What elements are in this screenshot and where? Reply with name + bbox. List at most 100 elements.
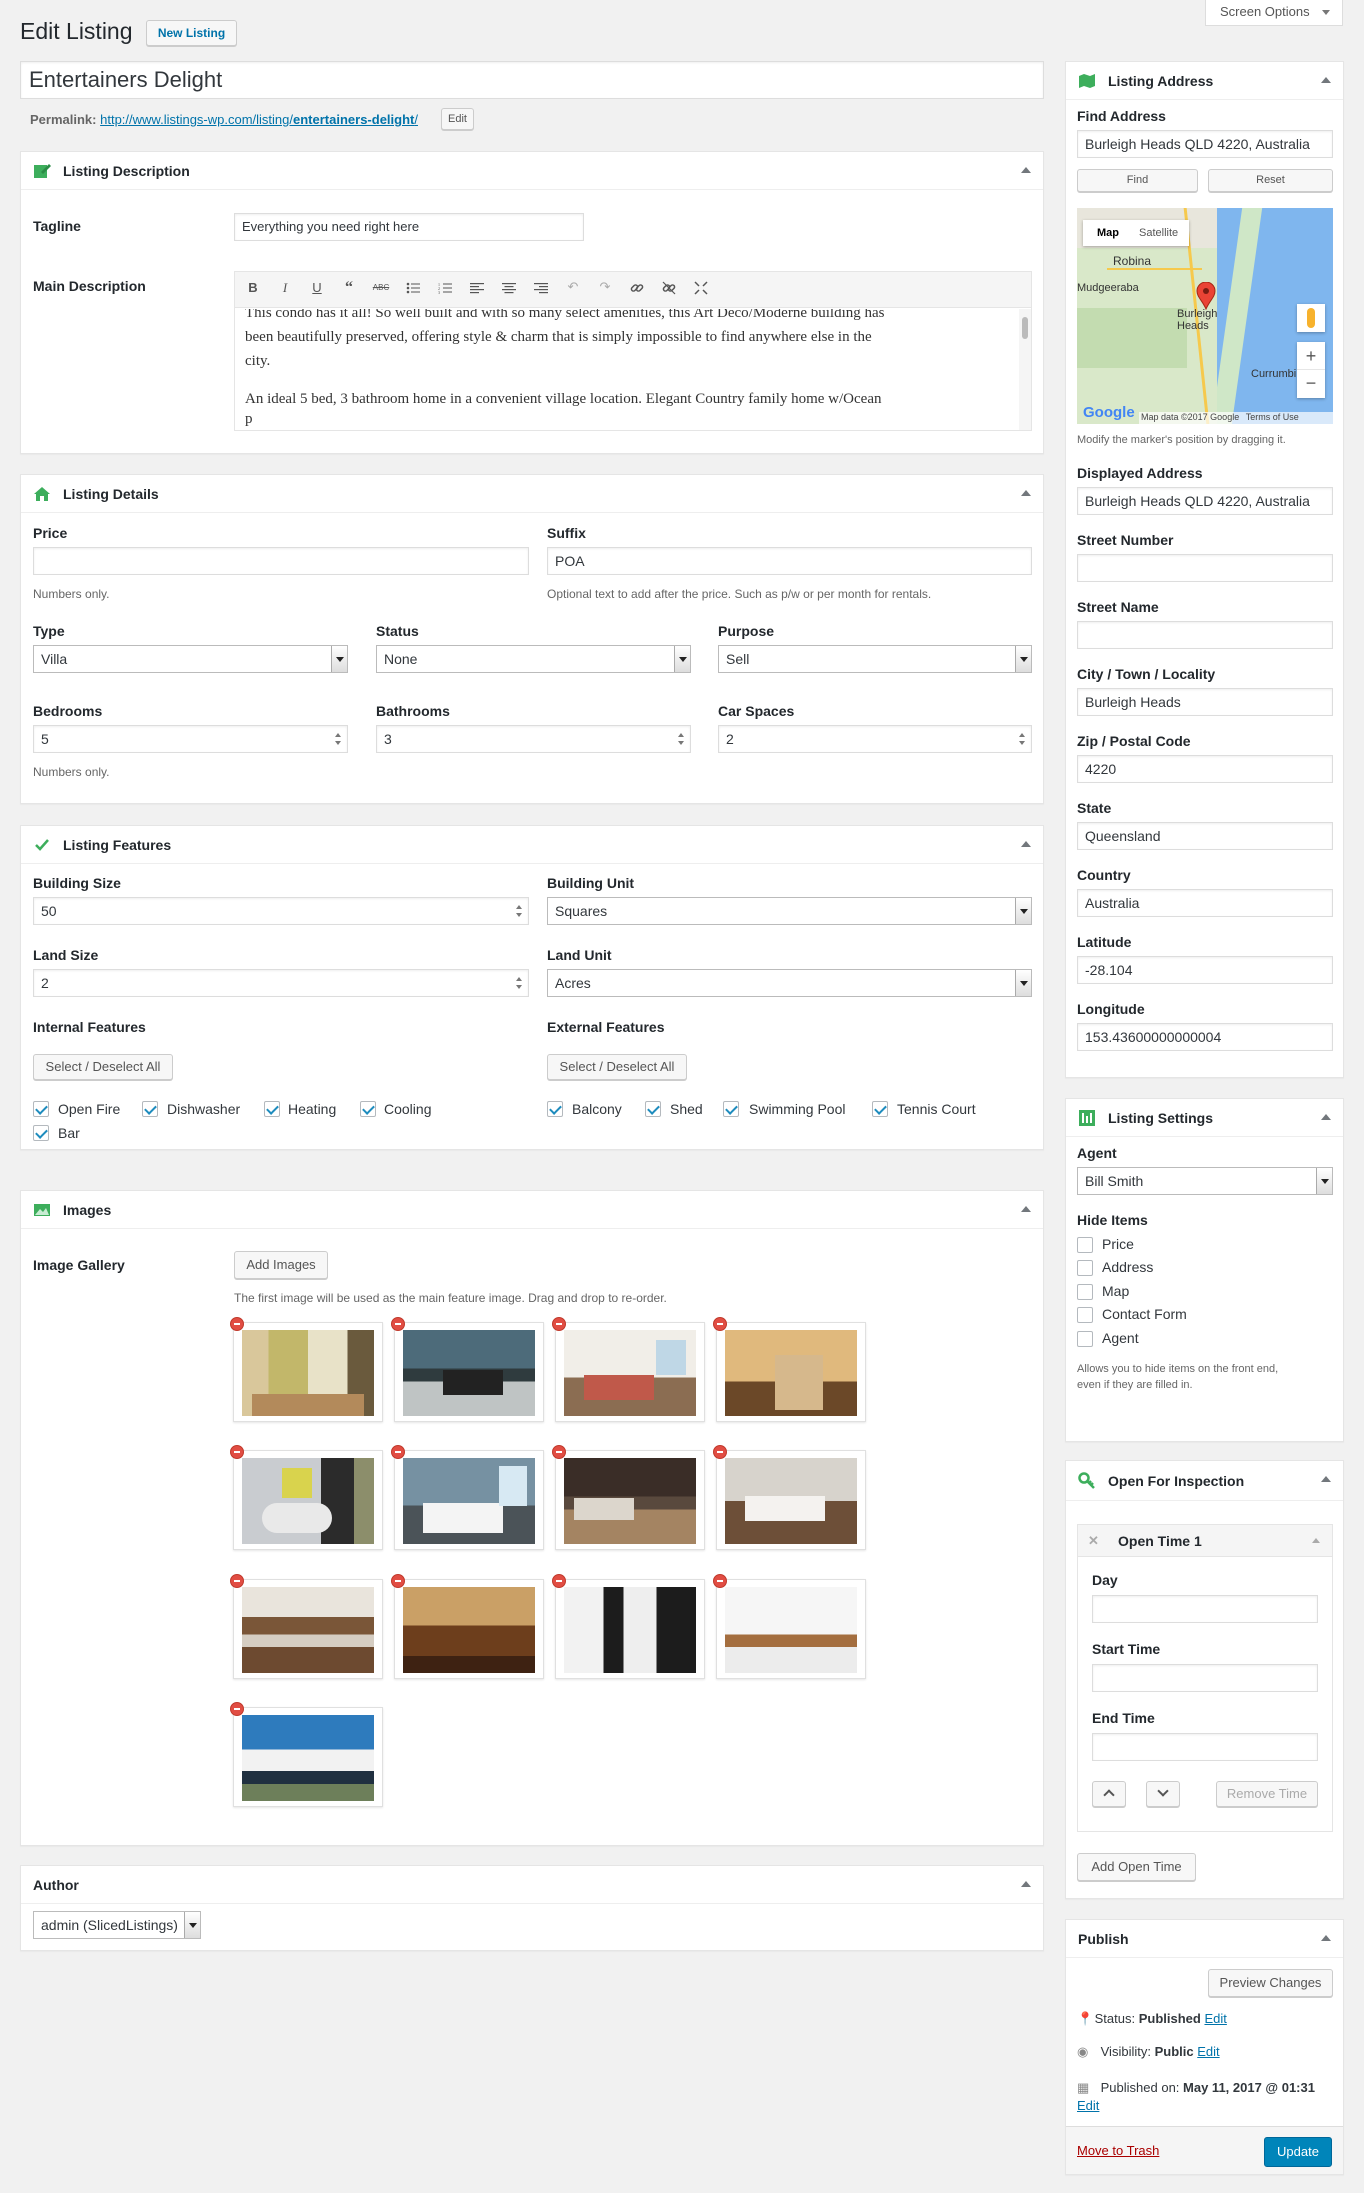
- listing-description-header[interactable]: Listing Description: [21, 152, 1043, 190]
- location-map[interactable]: Map Satellite Robina Mudgeeraba Burleigh…: [1077, 208, 1333, 424]
- car-spaces-input[interactable]: 2: [718, 725, 1032, 753]
- bullet-list-icon[interactable]: [403, 278, 423, 298]
- longitude-input[interactable]: 153.43600000000004: [1077, 1023, 1333, 1051]
- add-images-button[interactable]: Add Images: [234, 1251, 328, 1279]
- undo-icon[interactable]: ↶: [563, 278, 583, 298]
- listing-address-header[interactable]: Listing Address: [1066, 62, 1343, 100]
- redo-icon[interactable]: ↷: [595, 278, 615, 298]
- map-terms[interactable]: Terms of Use: [1246, 412, 1299, 422]
- remove-image-icon[interactable]: [552, 1445, 566, 1459]
- add-open-time-button[interactable]: Add Open Time: [1077, 1853, 1196, 1881]
- move-down-button[interactable]: [1146, 1781, 1180, 1807]
- zoom-in-icon[interactable]: +: [1297, 342, 1325, 370]
- align-center-icon[interactable]: [499, 278, 519, 298]
- remove-image-icon[interactable]: [713, 1574, 727, 1588]
- hide-checkbox-price[interactable]: [1077, 1237, 1093, 1253]
- reset-button[interactable]: Reset: [1208, 169, 1333, 192]
- spinner-icon[interactable]: [678, 732, 686, 746]
- type-select[interactable]: Villa: [33, 645, 348, 673]
- zip-input[interactable]: 4220: [1077, 755, 1333, 783]
- collapse-icon[interactable]: [1021, 1206, 1031, 1212]
- listing-features-header[interactable]: Listing Features: [21, 826, 1043, 864]
- building-unit-select[interactable]: Squares: [547, 897, 1032, 925]
- agent-select[interactable]: Bill Smith: [1077, 1167, 1333, 1195]
- displayed-address-input[interactable]: Burleigh Heads QLD 4220, Australia: [1077, 487, 1333, 515]
- editor-content[interactable]: This condo has it all! So well built and…: [235, 309, 1019, 430]
- day-input[interactable]: [1092, 1595, 1318, 1623]
- screen-options-tab[interactable]: Screen Options: [1205, 0, 1343, 26]
- spinner-icon[interactable]: [516, 976, 524, 990]
- zoom-out-icon[interactable]: −: [1297, 370, 1325, 398]
- satellite-tab[interactable]: Satellite: [1139, 227, 1178, 239]
- purpose-select[interactable]: Sell: [718, 645, 1032, 673]
- bedrooms-input[interactable]: 5: [33, 725, 348, 753]
- collapse-icon[interactable]: [1321, 77, 1331, 83]
- align-right-icon[interactable]: [531, 278, 551, 298]
- find-button[interactable]: Find: [1077, 169, 1198, 192]
- open-time-header[interactable]: ✕ Open Time 1: [1078, 1525, 1332, 1557]
- hide-checkbox-contact-form[interactable]: [1077, 1307, 1093, 1323]
- gallery-image[interactable]: [552, 1574, 705, 1679]
- gallery-image[interactable]: [230, 1317, 383, 1422]
- hide-checkbox-agent[interactable]: [1077, 1331, 1093, 1347]
- blockquote-icon[interactable]: “: [339, 278, 359, 298]
- spinner-icon[interactable]: [1019, 732, 1027, 746]
- description-editor[interactable]: B I U “ ABC 123 ↶ ↷ This condo has it al…: [234, 271, 1032, 431]
- collapse-icon[interactable]: [1312, 1538, 1320, 1543]
- start-time-input[interactable]: [1092, 1664, 1318, 1692]
- fullscreen-icon[interactable]: [691, 278, 711, 298]
- author-select[interactable]: admin (SlicedListings): [33, 1911, 201, 1939]
- unlink-icon[interactable]: [659, 278, 679, 298]
- remove-image-icon[interactable]: [552, 1574, 566, 1588]
- update-button[interactable]: Update: [1264, 2137, 1332, 2167]
- strikethrough-icon[interactable]: ABC: [371, 278, 391, 298]
- permalink-link[interactable]: http://www.listings-wp.com/listing/enter…: [100, 112, 418, 127]
- feature-checkbox-balcony[interactable]: [547, 1101, 563, 1117]
- suffix-input[interactable]: POA: [547, 547, 1032, 575]
- street-number-input[interactable]: [1077, 554, 1333, 582]
- map-marker-icon[interactable]: [1196, 281, 1216, 311]
- gallery-image[interactable]: [391, 1574, 544, 1679]
- publish-header[interactable]: Publish: [1066, 1920, 1343, 1958]
- collapse-icon[interactable]: [1321, 1114, 1331, 1120]
- visibility-edit-link[interactable]: Edit: [1197, 2044, 1219, 2059]
- bold-icon[interactable]: B: [243, 278, 263, 298]
- bathrooms-input[interactable]: 3: [376, 725, 691, 753]
- feature-checkbox-dishwasher[interactable]: [142, 1101, 158, 1117]
- post-title-input[interactable]: Entertainers Delight: [20, 61, 1044, 99]
- remove-image-icon[interactable]: [713, 1445, 727, 1459]
- remove-slot-icon[interactable]: ✕: [1088, 1533, 1099, 1549]
- hide-checkbox-map[interactable]: [1077, 1284, 1093, 1300]
- state-input[interactable]: Queensland: [1077, 822, 1333, 850]
- align-left-icon[interactable]: [467, 278, 487, 298]
- status-select[interactable]: None: [376, 645, 691, 673]
- permalink-edit-button[interactable]: Edit: [441, 108, 474, 130]
- published-edit-link[interactable]: Edit: [1077, 2098, 1099, 2113]
- feature-checkbox-open-fire[interactable]: [33, 1101, 49, 1117]
- gallery-image[interactable]: [713, 1445, 866, 1550]
- map-tab[interactable]: Map: [1097, 227, 1119, 239]
- remove-image-icon[interactable]: [230, 1574, 244, 1588]
- gallery-image[interactable]: [230, 1445, 383, 1550]
- pegman-icon[interactable]: [1297, 304, 1325, 332]
- underline-icon[interactable]: U: [307, 278, 327, 298]
- remove-image-icon[interactable]: [230, 1445, 244, 1459]
- latitude-input[interactable]: -28.104: [1077, 956, 1333, 984]
- numbered-list-icon[interactable]: 123: [435, 278, 455, 298]
- gallery-image[interactable]: [713, 1317, 866, 1422]
- street-name-input[interactable]: [1077, 621, 1333, 649]
- gallery-image[interactable]: [552, 1445, 705, 1550]
- feature-checkbox-cooling[interactable]: [360, 1101, 376, 1117]
- collapse-icon[interactable]: [1321, 1476, 1331, 1482]
- move-to-trash-link[interactable]: Move to Trash: [1077, 2143, 1159, 2158]
- italic-icon[interactable]: I: [275, 278, 295, 298]
- remove-image-icon[interactable]: [552, 1317, 566, 1331]
- gallery-image[interactable]: [391, 1445, 544, 1550]
- remove-image-icon[interactable]: [230, 1317, 244, 1331]
- gallery-image[interactable]: [713, 1574, 866, 1679]
- country-input[interactable]: Australia: [1077, 889, 1333, 917]
- external-select-all-button[interactable]: Select / Deselect All: [547, 1054, 687, 1080]
- collapse-icon[interactable]: [1021, 1881, 1031, 1887]
- feature-checkbox-tennis-court[interactable]: [872, 1101, 888, 1117]
- land-size-input[interactable]: 2: [33, 969, 529, 997]
